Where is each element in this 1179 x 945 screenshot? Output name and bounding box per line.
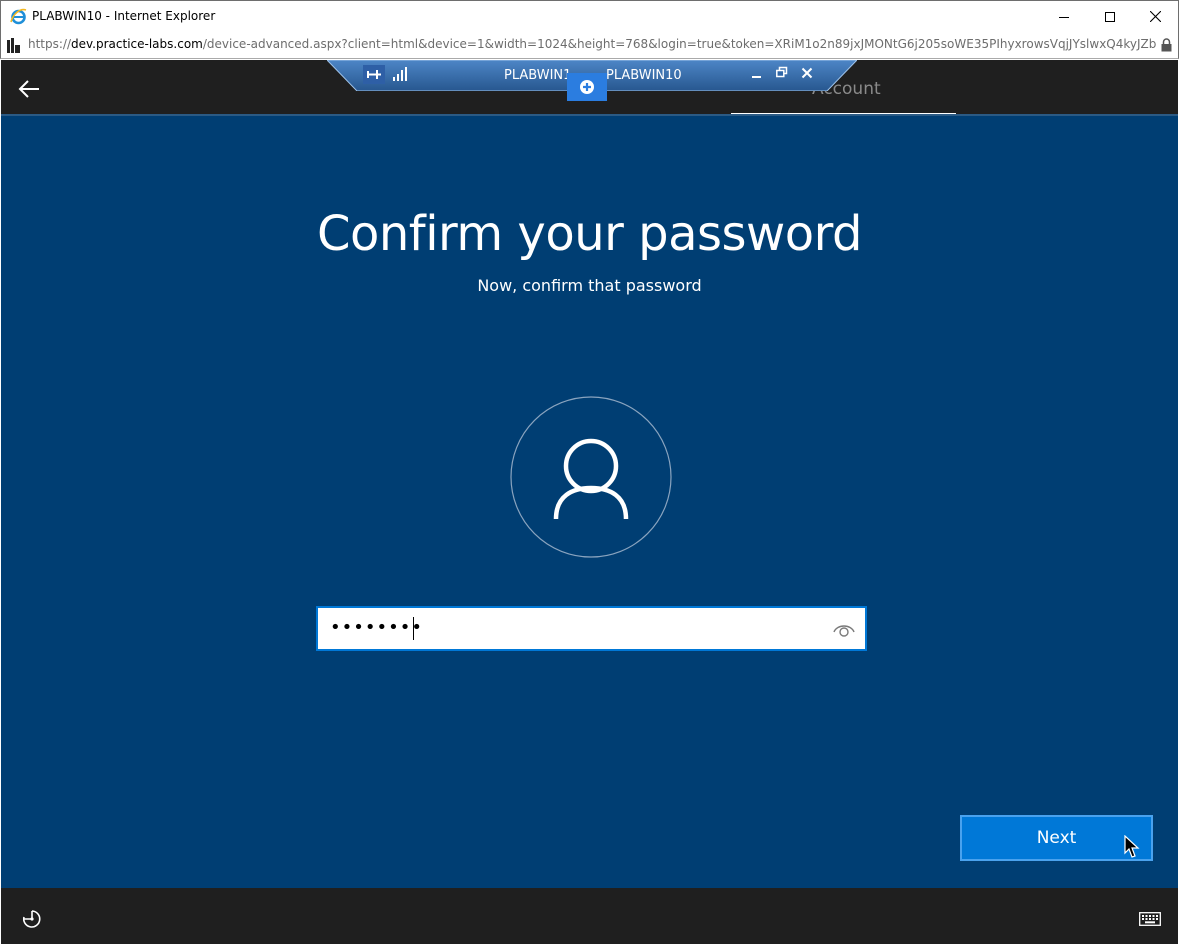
toolbar-title-secondary: PLABWIN10 (606, 68, 682, 83)
site-icon (7, 38, 20, 53)
oobe-footer-bar (1, 888, 1178, 944)
browser-title: PLABWIN10 - Internet Explorer (32, 9, 216, 23)
header-separator (1, 114, 1178, 116)
url-path: /device-advanced.aspx?client=html&device… (202, 37, 1156, 51)
back-arrow-icon[interactable] (15, 75, 43, 103)
close-icon (1149, 11, 1161, 22)
session-menu-button[interactable] (567, 73, 607, 101)
pin-button[interactable] (363, 65, 385, 84)
ie-logo-icon (10, 8, 27, 25)
minimize-button[interactable] (1041, 1, 1087, 32)
keyboard-icon[interactable] (1139, 912, 1161, 926)
close-window-button[interactable] (1132, 1, 1178, 32)
url-host: dev.practice-labs.com (71, 37, 203, 51)
url-scheme: https:// (28, 37, 72, 51)
remote-desktop-screen: Account PLABWIN1 PLABWIN10 Confirm your … (1, 60, 1178, 944)
close-icon[interactable] (801, 66, 813, 80)
maximize-button[interactable] (1087, 1, 1133, 32)
mouse-cursor-icon (1124, 835, 1140, 858)
address-bar[interactable]: https://dev.practice-labs.com/device-adv… (0, 32, 1179, 59)
user-icon (510, 396, 672, 558)
page-subtitle: Now, confirm that password (477, 276, 702, 295)
signal-icon (393, 67, 407, 81)
page-title: Confirm your password (316, 206, 863, 262)
reveal-password-icon[interactable] (831, 618, 857, 640)
restore-icon[interactable] (776, 66, 788, 80)
pin-icon (367, 70, 381, 79)
lock-icon[interactable] (1161, 38, 1172, 52)
text-caret (413, 617, 414, 640)
maximize-icon (1105, 11, 1115, 22)
password-value: •••••••• (330, 617, 423, 638)
browser-titlebar: PLABWIN10 - Internet Explorer (0, 0, 1179, 32)
plus-icon (580, 80, 594, 94)
ease-of-access-icon[interactable] (19, 907, 43, 931)
password-field[interactable]: •••••••• (316, 606, 867, 651)
minimize-icon (1059, 16, 1069, 18)
address-url[interactable]: https://dev.practice-labs.com/device-adv… (28, 37, 1156, 53)
toolbar-title: PLABWIN1 (504, 68, 572, 83)
minimize-icon[interactable] (751, 66, 763, 80)
